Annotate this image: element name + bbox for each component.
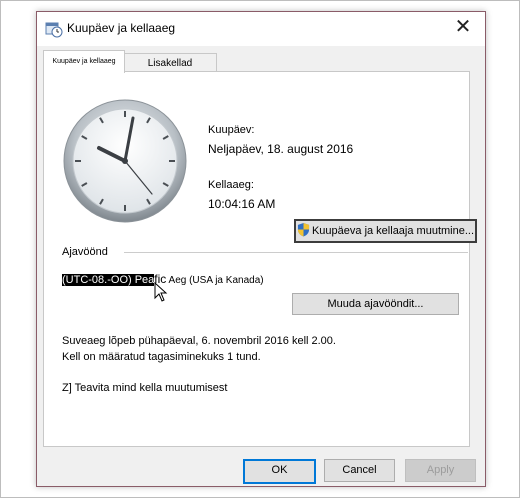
dst-info-line2: Kell on määratud tagasiminekuks 1 tund. [62,351,261,363]
date-value: Neljapäev, 18. august 2016 [208,142,354,156]
ok-button[interactable]: OK [243,459,316,484]
tab-additional-clocks[interactable]: Lisakellad [123,53,217,73]
dst-info-line1: Suveaeg lõpeb pühapäeval, 6. novembril 2… [62,335,336,347]
uac-shield-icon [297,223,310,237]
close-icon: ✕ [454,16,472,38]
time-value: 10:04:16 AM [208,197,276,211]
tab-date-time[interactable]: Kuupäev ja kellaaeg [43,50,125,73]
window-title: Kuupäev ja kellaaeg [67,21,176,35]
apply-button[interactable]: Apply [405,459,476,482]
mouse-pointer-icon [154,282,168,302]
change-date-time-button[interactable]: Kuupäeva ja kellaaja muutmine... [294,219,477,243]
analog-clock-icon [63,99,187,223]
time-label: Kellaaeg: [208,179,254,191]
tab-panel: Kuupäev: Neljapäev, 18. august 2016 Kell… [43,71,477,447]
cancel-button[interactable]: Cancel [324,459,395,482]
change-date-time-label: Kuupäeva ja kellaaja muutmine... [311,225,475,237]
title-bar: Kuupäev ja kellaaeg ✕ [37,12,485,46]
timezone-selection: (UTC-08.-OO) Pea [62,274,155,286]
change-timezone-button[interactable]: Muuda ajavööndit... [292,293,459,315]
notify-checkbox[interactable]: Z] Teavita mind kella muutumisest [62,382,227,394]
timezone-separator [124,252,468,253]
timezone-section-label: Ajavöönd [62,246,108,258]
date-label: Kuupäev: [208,124,255,136]
calendar-clock-icon [45,22,63,38]
close-button[interactable]: ✕ [441,12,485,44]
date-time-dialog: Kuupäev ja kellaaeg ✕ Kuupäev ja kellaae… [36,11,486,487]
